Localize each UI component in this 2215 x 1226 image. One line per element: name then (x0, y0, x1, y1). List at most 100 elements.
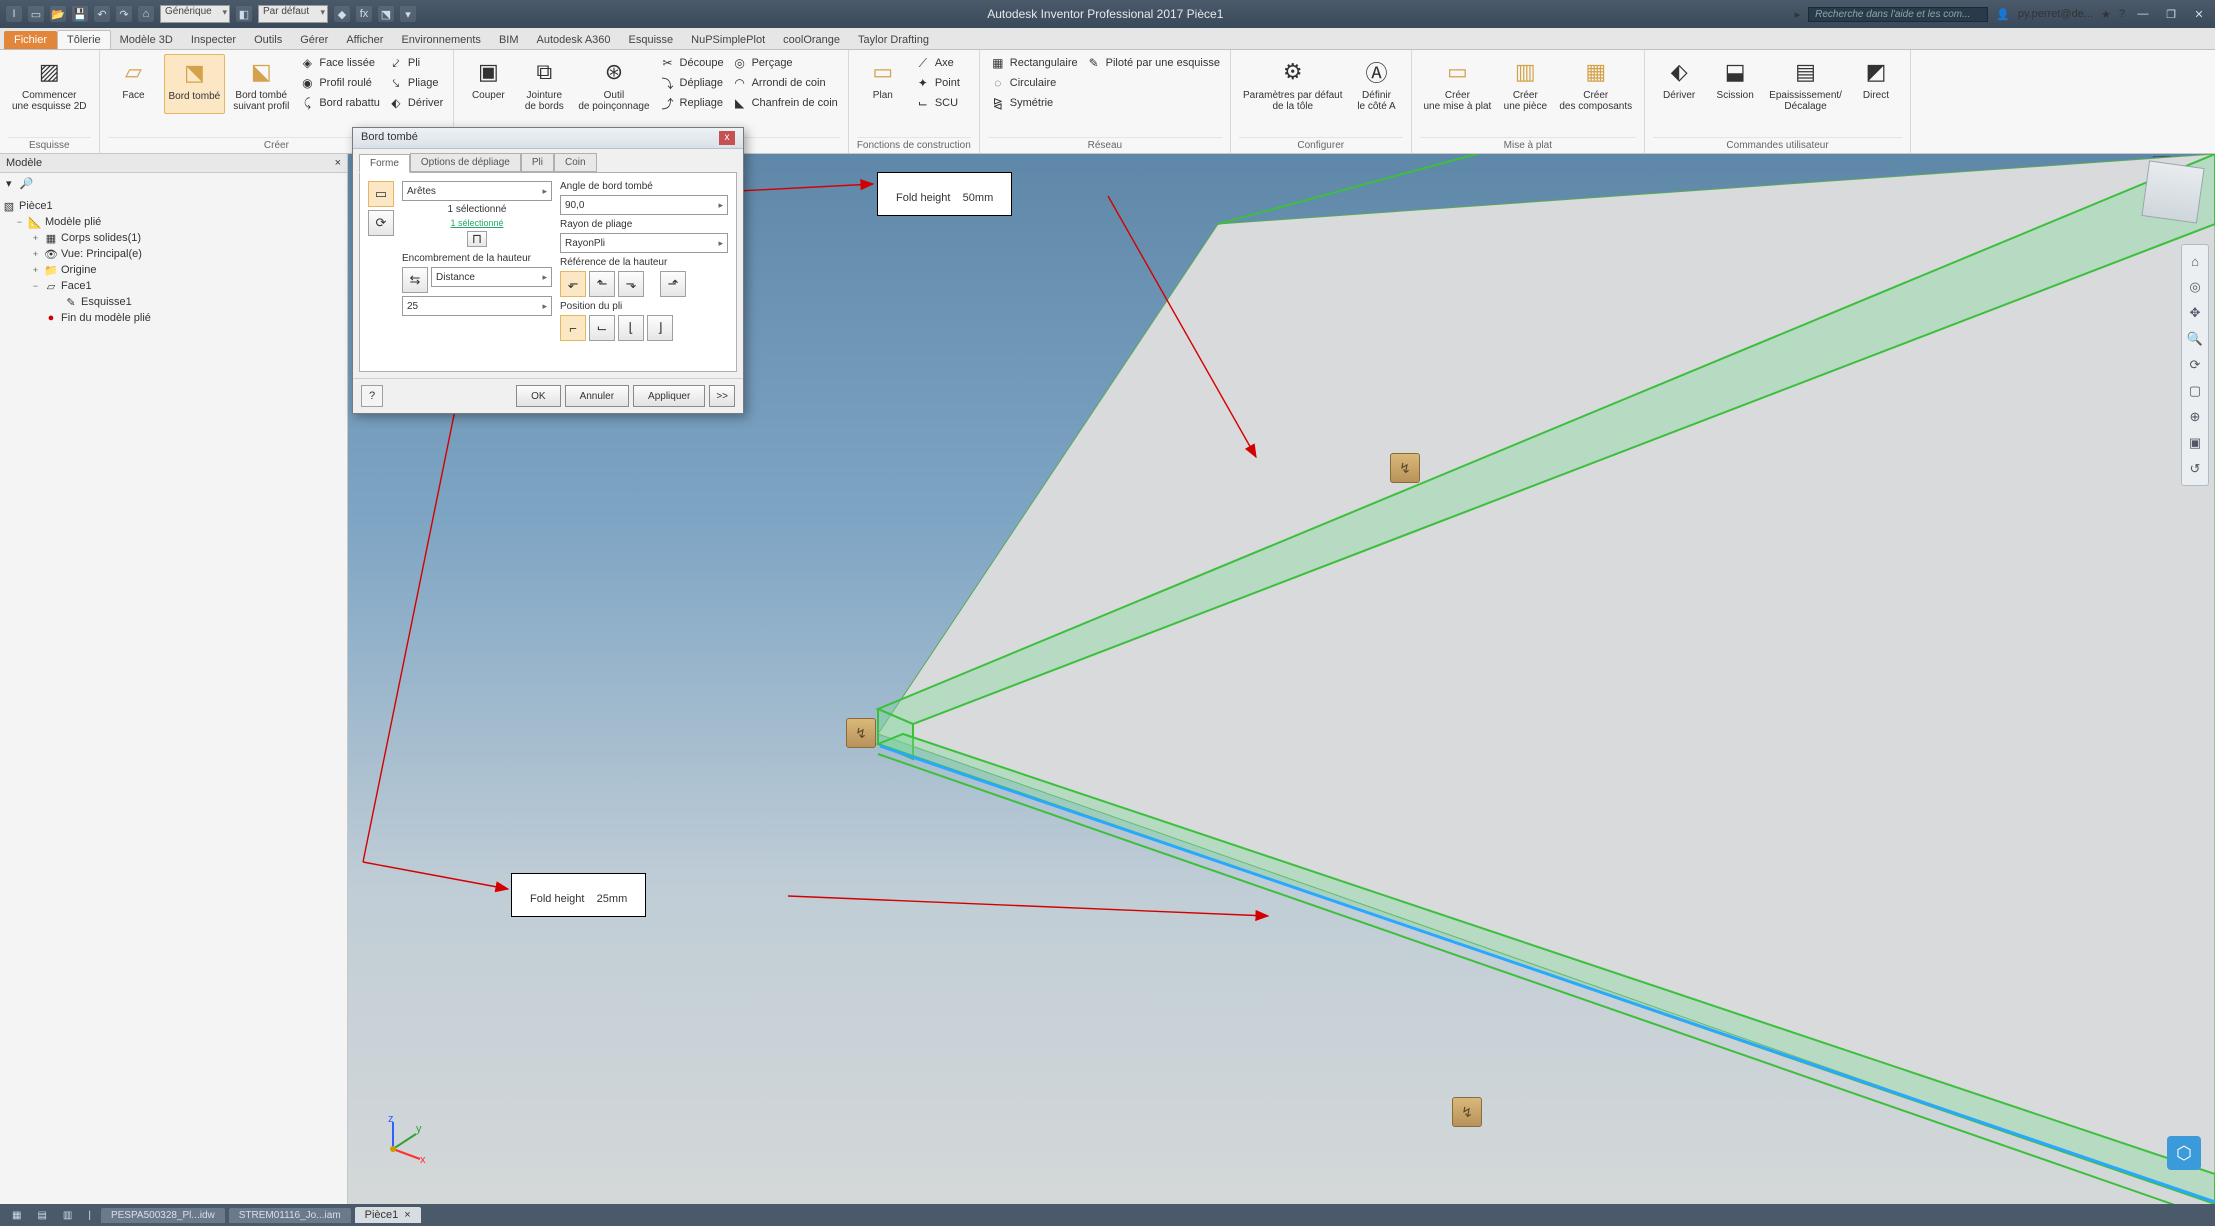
qat-appearance-combo[interactable]: Par défaut (258, 5, 328, 23)
favorite-icon[interactable]: ★ (2101, 8, 2111, 21)
tree-origin[interactable]: +📁Origine (2, 262, 345, 278)
hole-button[interactable]: ◎Perçage (730, 54, 840, 72)
edge-mode-button[interactable]: ▭ (368, 181, 394, 207)
bendpos-opt2-button[interactable]: ⌙ (589, 315, 615, 341)
nav-fullnav-icon[interactable]: ◎ (2185, 277, 2205, 297)
user-derive-button[interactable]: ⬖Dériver (1653, 54, 1705, 114)
edge-glyph-button[interactable]: ⊓ (467, 231, 487, 247)
share-button[interactable]: ⬡ (2167, 1136, 2201, 1170)
qat-open-icon[interactable]: 📂 (50, 6, 66, 22)
cancel-button[interactable]: Annuler (565, 385, 629, 407)
model-tree[interactable]: ▧Pièce1 −📐Modèle plié +▦Corps solides(1)… (0, 194, 347, 330)
corner-seam-button[interactable]: ⧉Jointure de bords (518, 54, 570, 114)
bendpos-opt3-button[interactable]: ⌊ (618, 315, 644, 341)
dialog-tab-shape[interactable]: Forme (359, 154, 410, 173)
bendpos-opt1-button[interactable]: ⌐ (560, 315, 586, 341)
qat-swatch-icon[interactable]: ◧ (236, 6, 252, 22)
qat-home-icon[interactable]: ⌂ (138, 6, 154, 22)
qat-new-icon[interactable]: ▭ (28, 6, 44, 22)
height-mode-combo[interactable]: Distance (431, 267, 552, 287)
nav-orbit-icon[interactable]: ⟳ (2185, 355, 2205, 375)
minimize-button[interactable]: — (2133, 8, 2153, 20)
doc-tab-1[interactable]: PESPA500328_Pl...idw (101, 1208, 225, 1223)
tab-environnements[interactable]: Environnements (392, 31, 490, 49)
tab-nupsimpleplot[interactable]: NuPSimplePlot (682, 31, 774, 49)
height-value-input[interactable]: 25 (402, 296, 552, 316)
rectangular-pattern-button[interactable]: ▦Rectangulaire (988, 54, 1080, 72)
make-components-button[interactable]: ▦Créer des composants (1555, 54, 1636, 114)
help-search-input[interactable]: Recherche dans l'aide et les com... (1808, 7, 1988, 22)
tree-view[interactable]: +👁Vue: Principal(e) (2, 246, 345, 262)
tab-esquisse[interactable]: Esquisse (620, 31, 683, 49)
tab-a360[interactable]: Autodesk A360 (528, 31, 620, 49)
edges-link[interactable]: 1 sélectionné (402, 218, 552, 228)
tab-inspecter[interactable]: Inspecter (182, 31, 245, 49)
point-button[interactable]: ✦Point (913, 74, 962, 92)
lofted-flange-button[interactable]: ◈Face lissée (297, 54, 382, 72)
doc-tab-close-icon[interactable]: × (404, 1209, 410, 1221)
tab-tolerie[interactable]: Tôlerie (57, 30, 111, 49)
punch-tool-button[interactable]: ⊛Outil de poinçonnage (574, 54, 653, 114)
nav-pan-icon[interactable]: ✥ (2185, 303, 2205, 323)
qat-save-icon[interactable]: 💾 (72, 6, 88, 22)
circular-pattern-button[interactable]: ◌Circulaire (988, 74, 1080, 92)
mirror-button[interactable]: ⧎Symétrie (988, 94, 1080, 112)
tab-gerer[interactable]: Gérer (291, 31, 337, 49)
direction-glyph-lower[interactable]: ↯ (1452, 1097, 1482, 1127)
refold-button[interactable]: ⤴Repliage (658, 94, 726, 112)
href-opt1-button[interactable]: ⬐ (560, 271, 586, 297)
help-icon[interactable]: ? (2119, 8, 2125, 20)
dialog-tab-corner[interactable]: Coin (554, 153, 597, 172)
more-button[interactable]: >> (709, 385, 735, 407)
nav-lookat-icon[interactable]: ▢ (2185, 381, 2205, 401)
bend-button[interactable]: ⤥Pliage (386, 74, 445, 92)
dialog-close-button[interactable]: x (719, 131, 735, 145)
signin-icon[interactable]: 👤 (1996, 8, 2010, 21)
browser-search-icon[interactable]: 🔎 (20, 177, 34, 190)
edges-select-button[interactable]: Arêtes (402, 181, 552, 201)
doc-tab-2[interactable]: STREM01116_Jo...iam (229, 1208, 351, 1223)
tree-solids[interactable]: +▦Corps solides(1) (2, 230, 345, 246)
flange-button[interactable]: ⬔Bord tombé (164, 54, 226, 114)
thicken-button[interactable]: ▤Epaississement/ Décalage (1765, 54, 1846, 114)
loop-mode-button[interactable]: ⟳ (368, 210, 394, 236)
face-button[interactable]: ▱Face (108, 54, 160, 114)
browser-filter-icon[interactable]: ▾ (6, 177, 12, 190)
nav-previous-icon[interactable]: ↺ (2185, 459, 2205, 479)
cut-button[interactable]: ▣Couper (462, 54, 514, 114)
direction-glyph-corner[interactable]: ↯ (846, 718, 876, 748)
ok-button[interactable]: OK (516, 385, 560, 407)
define-a-side-button[interactable]: ⒶDéfinir le côté A (1351, 54, 1403, 114)
browser-close-icon[interactable]: × (335, 157, 341, 169)
dialog-title-bar[interactable]: Bord tombé x (353, 128, 743, 149)
nav-steering-icon[interactable]: ⊕ (2185, 407, 2205, 427)
doc-tab-3[interactable]: Pièce1× (355, 1207, 421, 1223)
nav-zoom-icon[interactable]: 🔍 (2185, 329, 2205, 349)
href-opt2-button[interactable]: ⬑ (589, 271, 615, 297)
tab-outils[interactable]: Outils (245, 31, 291, 49)
tab-coolorange[interactable]: coolOrange (774, 31, 849, 49)
flange-angle-input[interactable]: 90,0 (560, 195, 728, 215)
view-cube[interactable] (2141, 160, 2204, 223)
qat-material-combo[interactable]: Générique (160, 5, 230, 23)
sheet-defaults-button[interactable]: ⚙Paramètres par défaut de la tôle (1239, 54, 1347, 114)
apply-button[interactable]: Appliquer (633, 385, 705, 407)
derive-button[interactable]: ⬖Dériver (386, 94, 445, 112)
tree-root[interactable]: ▧Pièce1 (2, 198, 345, 214)
tree-face1[interactable]: −▱Face1 (2, 278, 345, 294)
tab-afficher[interactable]: Afficher (337, 31, 392, 49)
fold-button[interactable]: ⤦Pli (386, 54, 445, 72)
nav-home-icon[interactable]: ⌂ (2185, 251, 2205, 271)
direct-button[interactable]: ◩Direct (1850, 54, 1902, 114)
unfold-button[interactable]: ⤵Dépliage (658, 74, 726, 92)
status-snap-icon[interactable]: ▥ (57, 1210, 78, 1221)
tab-taylor[interactable]: Taylor Drafting (849, 31, 938, 49)
bend-radius-input[interactable]: RayonPli (560, 233, 728, 253)
app-icon[interactable]: I (6, 6, 22, 22)
qat-redo-icon[interactable]: ↷ (116, 6, 132, 22)
dialog-tab-bend[interactable]: Pli (521, 153, 554, 172)
bendpos-opt4-button[interactable]: ⌋ (647, 315, 673, 341)
ucs-button[interactable]: ⌙SCU (913, 94, 962, 112)
status-icon[interactable]: ▦ (6, 1210, 27, 1221)
tab-file[interactable]: Fichier (4, 31, 57, 49)
